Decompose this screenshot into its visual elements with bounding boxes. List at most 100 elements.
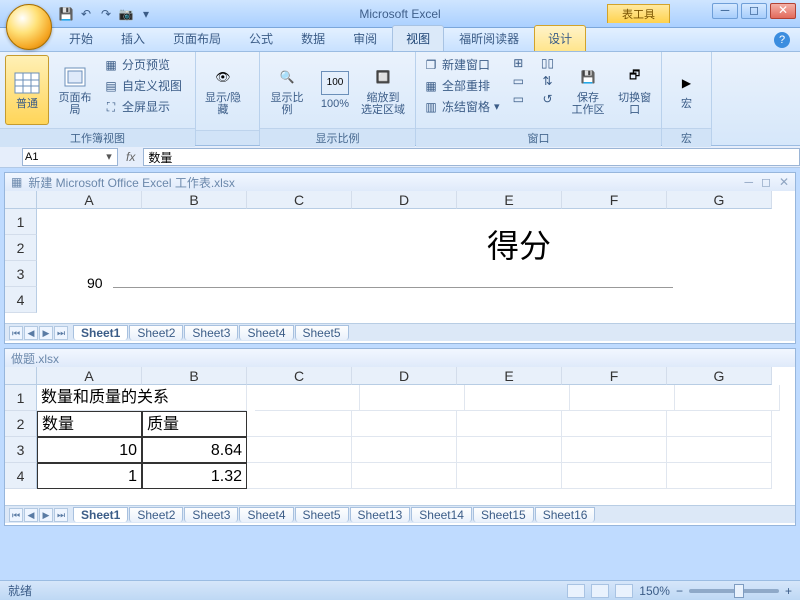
sync-scroll-button[interactable]: ⇅: [537, 73, 562, 89]
cell[interactable]: [457, 463, 562, 489]
custom-view-button[interactable]: ▤自定义视图: [101, 76, 185, 95]
sheet-tab[interactable]: Sheet4: [239, 507, 293, 522]
cell[interactable]: [360, 385, 465, 411]
tab-data[interactable]: 数据: [288, 26, 338, 51]
cell[interactable]: [667, 463, 772, 489]
sheet-tab[interactable]: Sheet3: [184, 325, 238, 340]
office-button[interactable]: [6, 4, 52, 50]
select-all-corner[interactable]: [5, 191, 37, 209]
cell[interactable]: [255, 385, 360, 411]
tab-nav-next-icon[interactable]: ▶: [39, 326, 53, 340]
row-header[interactable]: 3: [5, 437, 37, 463]
sheet-tab[interactable]: Sheet2: [129, 325, 183, 340]
cell[interactable]: [570, 385, 675, 411]
col-header[interactable]: D: [352, 191, 457, 209]
cell[interactable]: 质量: [142, 411, 247, 437]
tab-nav-last-icon[interactable]: ⏭: [54, 508, 68, 522]
row-header[interactable]: 1: [5, 209, 37, 235]
normal-view-button[interactable]: 普通: [5, 55, 49, 125]
chevron-down-icon[interactable]: ▾: [103, 150, 115, 163]
save-icon[interactable]: 💾: [58, 6, 74, 22]
select-all-corner[interactable]: [5, 367, 37, 385]
reset-pos-button[interactable]: ↺: [537, 91, 562, 107]
cell[interactable]: 1.32: [142, 463, 247, 489]
col-header[interactable]: B: [142, 191, 247, 209]
tab-nav-prev-icon[interactable]: ◀: [24, 326, 38, 340]
cell[interactable]: 8.64: [142, 437, 247, 463]
col-header[interactable]: A: [37, 191, 142, 209]
col-header[interactable]: F: [562, 191, 667, 209]
freeze-panes-button[interactable]: ▥冻结窗格▾: [421, 97, 504, 116]
tab-page-layout[interactable]: 页面布局: [160, 26, 234, 51]
close-button[interactable]: ✕: [770, 3, 796, 19]
zoom-slider[interactable]: [689, 589, 779, 593]
row-header[interactable]: 4: [5, 463, 37, 489]
tab-review[interactable]: 审阅: [340, 26, 390, 51]
zoom-out-button[interactable]: −: [676, 584, 683, 598]
col-header[interactable]: B: [142, 367, 247, 385]
tab-foxit[interactable]: 福昕阅读器: [446, 26, 532, 51]
maximize-button[interactable]: ◻: [741, 3, 767, 19]
sheet-tab[interactable]: Sheet1: [73, 325, 128, 340]
tab-nav-last-icon[interactable]: ⏭: [54, 326, 68, 340]
tab-home[interactable]: 开始: [56, 26, 106, 51]
zoom-selection-button[interactable]: 🔲缩放到 选定区域: [361, 55, 405, 125]
view-break-button[interactable]: [615, 584, 633, 598]
cell[interactable]: [562, 437, 667, 463]
cell[interactable]: [247, 411, 352, 437]
doc-close-button[interactable]: ✕: [779, 175, 789, 189]
cell[interactable]: [352, 411, 457, 437]
full-screen-button[interactable]: ⛶全屏显示: [101, 97, 185, 116]
cell[interactable]: [562, 411, 667, 437]
unhide-button[interactable]: ▭: [508, 91, 533, 107]
macro-button[interactable]: ▶宏: [667, 55, 706, 125]
col-header[interactable]: E: [457, 367, 562, 385]
cell[interactable]: [667, 437, 772, 463]
doc-restore-button[interactable]: ◻: [761, 175, 771, 189]
save-workspace-button[interactable]: 💾保存 工作区: [567, 55, 610, 125]
col-header[interactable]: G: [667, 367, 772, 385]
tab-view[interactable]: 视图: [392, 25, 444, 51]
split-button[interactable]: ⊞: [508, 55, 533, 71]
arrange-all-button[interactable]: ▦全部重排: [421, 76, 504, 95]
tab-insert[interactable]: 插入: [108, 26, 158, 51]
switch-window-button[interactable]: 🗗切换窗口: [613, 55, 656, 125]
tab-design[interactable]: 设计: [534, 25, 586, 51]
minimize-button[interactable]: ─: [712, 3, 738, 19]
help-icon[interactable]: ?: [774, 32, 790, 48]
zoom-100-button[interactable]: 100100%: [313, 55, 357, 125]
col-header[interactable]: A: [37, 367, 142, 385]
zoom-button[interactable]: 🔍显示比例: [265, 55, 309, 125]
sheet-tab[interactable]: Sheet13: [350, 507, 411, 522]
col-header[interactable]: G: [667, 191, 772, 209]
tab-nav-first-icon[interactable]: ⏮: [9, 508, 23, 522]
name-box[interactable]: A1▾: [22, 148, 118, 166]
hide-button[interactable]: ▭: [508, 73, 533, 89]
sheet-tab[interactable]: Sheet1: [73, 507, 128, 522]
col-header[interactable]: D: [352, 367, 457, 385]
col-header[interactable]: C: [247, 367, 352, 385]
show-hide-button[interactable]: 👁显示/隐藏: [201, 55, 245, 125]
cell[interactable]: 1: [37, 463, 142, 489]
cell[interactable]: 10: [37, 437, 142, 463]
sheet-tab[interactable]: Sheet14: [411, 507, 472, 522]
cell[interactable]: [465, 385, 570, 411]
page-layout-view-button[interactable]: 页面布局: [53, 55, 97, 125]
redo-icon[interactable]: ↷: [98, 6, 114, 22]
col-header[interactable]: F: [562, 367, 667, 385]
sheet-tab[interactable]: Sheet15: [473, 507, 534, 522]
page-break-preview-button[interactable]: ▦分页预览: [101, 55, 185, 74]
view-normal-button[interactable]: [567, 584, 585, 598]
new-window-button[interactable]: ❐新建窗口: [421, 55, 504, 74]
chart-object[interactable]: 得分 90: [37, 209, 795, 319]
col-header[interactable]: C: [247, 191, 352, 209]
row-header[interactable]: 1: [5, 385, 37, 411]
cell[interactable]: [352, 437, 457, 463]
formula-input[interactable]: 数量: [143, 148, 800, 166]
cell[interactable]: [247, 437, 352, 463]
view-layout-button[interactable]: [591, 584, 609, 598]
sheet-tab[interactable]: Sheet16: [535, 507, 596, 522]
camera-icon[interactable]: 📷: [118, 6, 134, 22]
doc-minimize-button[interactable]: ─: [744, 175, 753, 189]
zoom-level[interactable]: 150%: [639, 584, 670, 598]
